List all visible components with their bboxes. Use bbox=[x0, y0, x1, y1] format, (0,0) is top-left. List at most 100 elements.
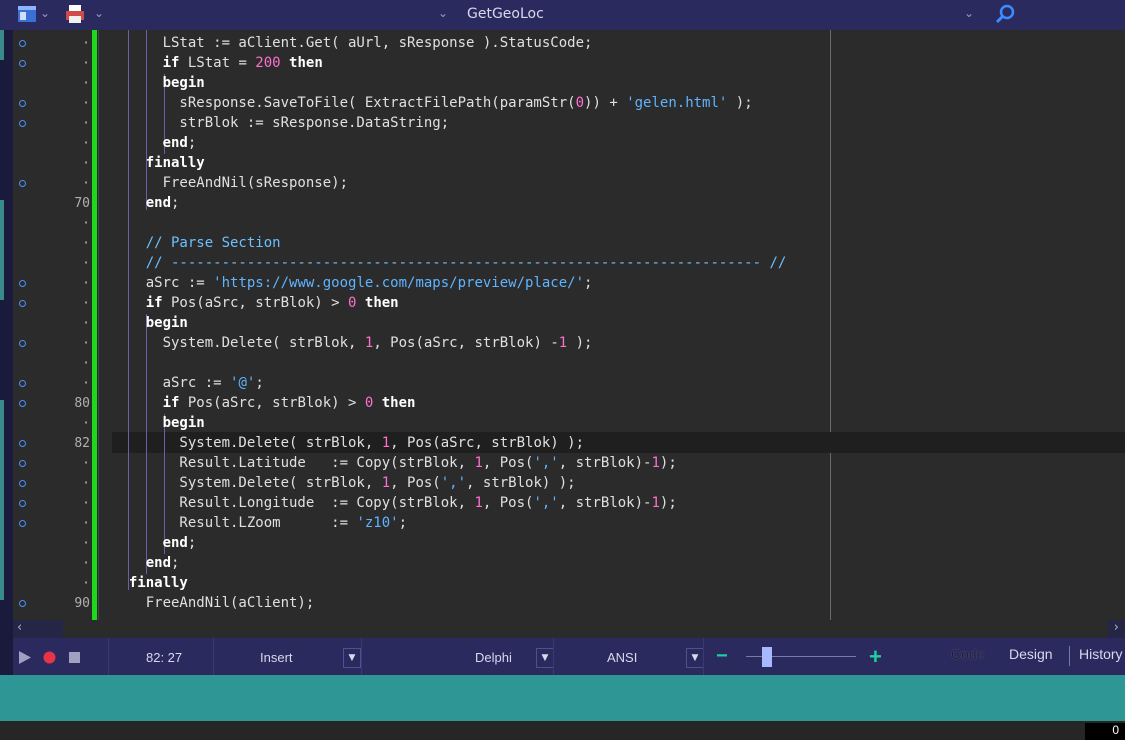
code-line[interactable]: · System.Delete( strBlok, 1, Pos(aSrc, s… bbox=[0, 334, 1125, 354]
zoom-in-button[interactable]: + bbox=[869, 644, 882, 670]
code-text[interactable]: end; bbox=[112, 195, 180, 211]
code-line[interactable]: · if Pos(aSrc, strBlok) > 0 then bbox=[0, 294, 1125, 314]
line-number: · bbox=[82, 476, 90, 491]
line-number: · bbox=[82, 556, 90, 571]
code-text[interactable]: if Pos(aSrc, strBlok) > 0 then bbox=[112, 395, 416, 411]
code-text[interactable]: if Pos(aSrc, strBlok) > 0 then bbox=[112, 295, 399, 311]
code-line[interactable]: · // -----------------------------------… bbox=[0, 254, 1125, 274]
tab-code[interactable]: Code bbox=[951, 646, 984, 662]
search-icon[interactable] bbox=[994, 3, 1016, 25]
breakpoint-marker-icon[interactable] bbox=[19, 520, 26, 527]
breakpoint-marker-icon[interactable] bbox=[19, 440, 26, 447]
tab-history[interactable]: History bbox=[1079, 646, 1123, 662]
code-text[interactable]: aSrc := '@'; bbox=[112, 375, 264, 391]
code-line[interactable]: · Result.LZoom := 'z10'; bbox=[0, 514, 1125, 534]
line-number: 70 bbox=[74, 196, 90, 211]
breakpoint-marker-icon[interactable] bbox=[19, 460, 26, 467]
code-text[interactable]: end; bbox=[112, 135, 197, 151]
line-number: · bbox=[82, 456, 90, 471]
breakpoint-marker-icon[interactable] bbox=[19, 40, 26, 47]
code-text[interactable]: begin bbox=[112, 75, 205, 91]
code-line[interactable]: · System.Delete( strBlok, 1, Pos(',', st… bbox=[0, 474, 1125, 494]
code-text[interactable]: // -------------------------------------… bbox=[112, 255, 787, 271]
code-text[interactable]: FreeAndNil(sResponse); bbox=[112, 175, 348, 191]
code-text[interactable]: finally bbox=[112, 575, 188, 591]
code-line[interactable]: · end; bbox=[0, 134, 1125, 154]
code-text[interactable]: Result.LZoom := 'z10'; bbox=[112, 515, 407, 531]
code-text[interactable]: System.Delete( strBlok, 1, Pos(',', strB… bbox=[112, 475, 575, 491]
layout-chevron-down-icon[interactable]: ⌄ bbox=[40, 6, 50, 20]
file-title[interactable]: GetGeoLoc bbox=[467, 6, 544, 22]
code-line[interactable]: · begin bbox=[0, 414, 1125, 434]
line-number: · bbox=[82, 516, 90, 531]
code-line[interactable]: · finally bbox=[0, 154, 1125, 174]
code-text[interactable]: begin bbox=[112, 415, 205, 431]
code-line[interactable]: · end; bbox=[0, 534, 1125, 554]
code-line[interactable]: · strBlok := sResponse.DataString; bbox=[0, 114, 1125, 134]
code-line[interactable]: · begin bbox=[0, 314, 1125, 334]
code-line[interactable]: · FreeAndNil(sResponse); bbox=[0, 174, 1125, 194]
breakpoint-marker-icon[interactable] bbox=[19, 340, 26, 347]
code-text[interactable]: Result.Latitude := Copy(strBlok, 1, Pos(… bbox=[112, 455, 676, 471]
code-line[interactable]: · aSrc := 'https://www.google.com/maps/p… bbox=[0, 274, 1125, 294]
breakpoint-marker-icon[interactable] bbox=[19, 380, 26, 387]
code-line[interactable]: 80 if Pos(aSrc, strBlok) > 0 then bbox=[0, 394, 1125, 414]
code-text[interactable]: aSrc := 'https://www.google.com/maps/pre… bbox=[112, 275, 593, 291]
code-line[interactable]: · sResponse.SaveToFile( ExtractFilePath(… bbox=[0, 94, 1125, 114]
breakpoint-marker-icon[interactable] bbox=[19, 480, 26, 487]
zoom-slider-thumb[interactable] bbox=[762, 647, 772, 667]
code-line[interactable]: · begin bbox=[0, 74, 1125, 94]
code-line[interactable]: · aSrc := '@'; bbox=[0, 374, 1125, 394]
zoom-out-button[interactable]: − bbox=[716, 645, 728, 668]
breakpoint-marker-icon[interactable] bbox=[19, 60, 26, 67]
breakpoint-marker-icon[interactable] bbox=[19, 180, 26, 187]
code-line[interactable]: · // Parse Section bbox=[0, 234, 1125, 254]
line-number: · bbox=[82, 36, 90, 51]
code-text[interactable]: if LStat = 200 then bbox=[112, 55, 323, 71]
print-icon[interactable] bbox=[64, 3, 86, 25]
code-text[interactable]: // Parse Section bbox=[112, 235, 281, 251]
code-line[interactable]: · finally bbox=[0, 574, 1125, 594]
code-line[interactable]: · bbox=[0, 354, 1125, 374]
code-text[interactable]: begin bbox=[112, 315, 188, 331]
chevron-down-icon[interactable]: ⌄ bbox=[964, 6, 974, 20]
code-text[interactable]: System.Delete( strBlok, 1, Pos(aSrc, str… bbox=[112, 335, 593, 351]
code-text[interactable]: Result.Longitude := Copy(strBlok, 1, Pos… bbox=[112, 495, 676, 511]
layout-icon[interactable] bbox=[16, 3, 38, 25]
breakpoint-marker-icon[interactable] bbox=[19, 100, 26, 107]
code-text[interactable]: FreeAndNil(aClient); bbox=[112, 595, 315, 611]
breakpoint-marker-icon[interactable] bbox=[19, 300, 26, 307]
counter-badge: 0 bbox=[1085, 723, 1125, 740]
print-chevron-down-icon[interactable]: ⌄ bbox=[94, 6, 104, 20]
code-text[interactable]: finally bbox=[112, 155, 205, 171]
code-line[interactable]: 82 System.Delete( strBlok, 1, Pos(aSrc, … bbox=[0, 434, 1125, 454]
breakpoint-marker-icon[interactable] bbox=[19, 500, 26, 507]
breakpoint-marker-icon[interactable] bbox=[19, 600, 26, 607]
code-line[interactable]: · Result.Longitude := Copy(strBlok, 1, P… bbox=[0, 494, 1125, 514]
code-text[interactable]: end; bbox=[112, 535, 197, 551]
line-number: · bbox=[82, 56, 90, 71]
scroll-left-icon[interactable]: ‹ bbox=[17, 620, 22, 635]
code-line[interactable]: · LStat := aClient.Get( aUrl, sResponse … bbox=[0, 34, 1125, 54]
code-line[interactable]: 90 FreeAndNil(aClient); bbox=[0, 594, 1125, 614]
code-line[interactable]: · end; bbox=[0, 554, 1125, 574]
code-text[interactable]: end; bbox=[112, 555, 180, 571]
breakpoint-marker-icon[interactable] bbox=[19, 400, 26, 407]
horizontal-scrollbar[interactable]: ‹ › bbox=[13, 620, 1125, 638]
scrollbar-thumb[interactable] bbox=[63, 620, 1108, 638]
code-text[interactable]: sResponse.SaveToFile( ExtractFilePath(pa… bbox=[112, 95, 752, 111]
code-line[interactable]: 70 end; bbox=[0, 194, 1125, 214]
taskbar bbox=[0, 721, 1125, 740]
breakpoint-marker-icon[interactable] bbox=[19, 280, 26, 287]
code-text[interactable]: strBlok := sResponse.DataString; bbox=[112, 115, 449, 131]
breakpoint-marker-icon[interactable] bbox=[19, 120, 26, 127]
tab-design[interactable]: Design bbox=[1009, 646, 1053, 662]
code-line[interactable]: · if LStat = 200 then bbox=[0, 54, 1125, 74]
code-text[interactable]: LStat := aClient.Get( aUrl, sResponse ).… bbox=[112, 35, 593, 51]
chevron-down-icon[interactable]: ⌄ bbox=[438, 6, 448, 20]
code-line[interactable]: · Result.Latitude := Copy(strBlok, 1, Po… bbox=[0, 454, 1125, 474]
code-text[interactable]: System.Delete( strBlok, 1, Pos(aSrc, str… bbox=[112, 435, 584, 451]
code-line[interactable]: · bbox=[0, 214, 1125, 234]
scroll-right-icon[interactable]: › bbox=[1114, 620, 1119, 635]
mode-segment bbox=[213, 638, 362, 675]
